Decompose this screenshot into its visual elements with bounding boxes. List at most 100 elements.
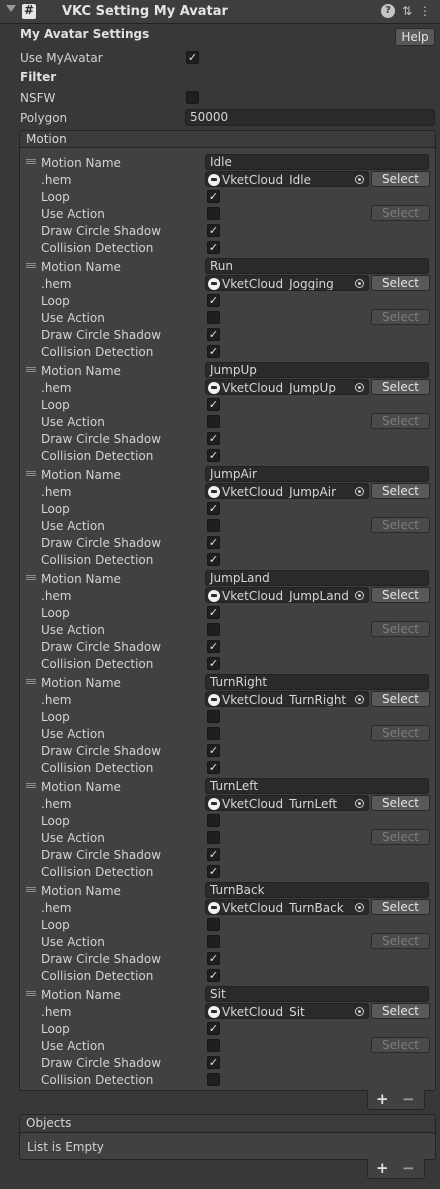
loop-checkbox[interactable]: ✓ xyxy=(207,606,220,619)
hem-object-field[interactable]: VketCloud_Jogging xyxy=(205,275,369,291)
drag-handle-icon[interactable] xyxy=(26,263,36,268)
use-action-checkbox[interactable] xyxy=(207,935,220,948)
preset-icon[interactable]: ⇅ xyxy=(400,4,414,18)
hem-select-button[interactable]: Select xyxy=(371,379,430,395)
motion-name-input[interactable]: TurnRight xyxy=(205,674,429,690)
more-icon[interactable]: ⋮ xyxy=(418,4,432,18)
hem-object-field[interactable]: VketCloud_TurnLeft xyxy=(205,795,369,811)
use-action-checkbox[interactable] xyxy=(207,1039,220,1052)
collision-detection-checkbox[interactable]: ✓ xyxy=(207,969,220,982)
objects-add-button[interactable]: + xyxy=(376,1159,389,1177)
use-action-checkbox[interactable] xyxy=(207,831,220,844)
object-picker-icon[interactable] xyxy=(355,695,364,704)
object-picker-icon[interactable] xyxy=(355,1007,364,1016)
use-action-checkbox[interactable] xyxy=(207,519,220,532)
object-picker-icon[interactable] xyxy=(355,175,364,184)
motion-add-button[interactable]: + xyxy=(376,1090,389,1108)
drag-handle-icon[interactable] xyxy=(26,887,36,892)
hem-select-button[interactable]: Select xyxy=(371,171,430,187)
objects-remove-button[interactable]: − xyxy=(402,1159,415,1177)
motion-name-input[interactable]: Run xyxy=(205,258,429,274)
draw-circle-shadow-checkbox[interactable]: ✓ xyxy=(207,1056,220,1069)
collision-detection-checkbox[interactable] xyxy=(207,1073,220,1086)
drag-handle-icon[interactable] xyxy=(26,991,36,996)
loop-checkbox[interactable]: ✓ xyxy=(207,502,220,515)
motion-name-input[interactable]: TurnBack xyxy=(205,882,429,898)
drag-handle-icon[interactable] xyxy=(26,783,36,788)
hem-object-field[interactable]: VketCloud_Idle xyxy=(205,171,369,187)
help-icon[interactable]: ? xyxy=(381,4,395,18)
collision-detection-checkbox[interactable]: ✓ xyxy=(207,449,220,462)
hem-select-button[interactable]: Select xyxy=(371,795,430,811)
object-picker-icon[interactable] xyxy=(355,279,364,288)
collision-detection-checkbox[interactable]: ✓ xyxy=(207,345,220,358)
draw-circle-shadow-label: Draw Circle Shadow xyxy=(41,848,162,862)
motion-remove-button[interactable]: − xyxy=(402,1090,415,1108)
nsfw-checkbox[interactable] xyxy=(186,91,199,104)
draw-circle-shadow-checkbox[interactable]: ✓ xyxy=(207,432,220,445)
object-picker-icon[interactable] xyxy=(355,799,364,808)
hem-object-field[interactable]: VketCloud_JumpAir xyxy=(205,483,369,499)
draw-circle-shadow-checkbox[interactable]: ✓ xyxy=(207,536,220,549)
collision-detection-checkbox[interactable]: ✓ xyxy=(207,553,220,566)
drag-handle-icon[interactable] xyxy=(26,159,36,164)
loop-checkbox[interactable]: ✓ xyxy=(207,398,220,411)
hem-select-button[interactable]: Select xyxy=(371,1003,430,1019)
objects-list-footer: + − xyxy=(367,1159,425,1179)
collision-detection-checkbox[interactable]: ✓ xyxy=(207,761,220,774)
motion-name-input[interactable]: Sit xyxy=(205,986,429,1002)
loop-checkbox[interactable]: ✓ xyxy=(207,1022,220,1035)
draw-circle-shadow-checkbox[interactable]: ✓ xyxy=(207,744,220,757)
hem-select-button[interactable]: Select xyxy=(371,691,430,707)
draw-circle-shadow-checkbox[interactable]: ✓ xyxy=(207,640,220,653)
draw-circle-shadow-checkbox[interactable]: ✓ xyxy=(207,848,220,861)
collision-detection-checkbox[interactable]: ✓ xyxy=(207,657,220,670)
use-myavatar-checkbox[interactable]: ✓ xyxy=(186,51,199,64)
object-picker-icon[interactable] xyxy=(355,487,364,496)
hem-select-button[interactable]: Select xyxy=(371,275,430,291)
loop-checkbox[interactable]: ✓ xyxy=(207,294,220,307)
draw-circle-shadow-checkbox[interactable]: ✓ xyxy=(207,952,220,965)
motion-name-input[interactable]: JumpUp xyxy=(205,362,429,378)
use-action-checkbox[interactable] xyxy=(207,311,220,324)
loop-checkbox[interactable]: ✓ xyxy=(207,190,220,203)
polygon-input[interactable]: 50000 xyxy=(185,109,435,126)
loop-checkbox[interactable] xyxy=(207,710,220,723)
use-action-checkbox[interactable] xyxy=(207,415,220,428)
objects-list-header[interactable]: Objects xyxy=(19,1114,436,1133)
draw-circle-shadow-checkbox[interactable]: ✓ xyxy=(207,224,220,237)
foldout-arrow-icon[interactable] xyxy=(6,5,16,12)
use-action-label: Use Action xyxy=(41,935,105,949)
hem-object-field[interactable]: VketCloud_JumpLand xyxy=(205,587,369,603)
objects-label: Objects xyxy=(26,1116,72,1130)
hem-object-field[interactable]: VketCloud_JumpUp xyxy=(205,379,369,395)
motion-name-input[interactable]: JumpAir xyxy=(205,466,429,482)
collision-detection-checkbox[interactable]: ✓ xyxy=(207,241,220,254)
use-action-checkbox[interactable] xyxy=(207,207,220,220)
object-picker-icon[interactable] xyxy=(355,591,364,600)
drag-handle-icon[interactable] xyxy=(26,471,36,476)
object-picker-icon[interactable] xyxy=(355,383,364,392)
hem-object-field[interactable]: VketCloud_TurnRight xyxy=(205,691,369,707)
drag-handle-icon[interactable] xyxy=(26,679,36,684)
loop-label: Loop xyxy=(41,294,70,308)
draw-circle-shadow-checkbox[interactable]: ✓ xyxy=(207,328,220,341)
use-action-checkbox[interactable] xyxy=(207,727,220,740)
hem-object-field[interactable]: VketCloud_Sit xyxy=(205,1003,369,1019)
loop-checkbox[interactable] xyxy=(207,814,220,827)
motion-list-header[interactable]: Motion xyxy=(19,130,436,148)
hem-select-button[interactable]: Select xyxy=(371,587,430,603)
use-action-checkbox[interactable] xyxy=(207,623,220,636)
hem-select-button[interactable]: Select xyxy=(371,483,430,499)
motion-name-input[interactable]: TurnLeft xyxy=(205,778,429,794)
drag-handle-icon[interactable] xyxy=(26,367,36,372)
motion-name-input[interactable]: JumpLand xyxy=(205,570,429,586)
collision-detection-checkbox[interactable]: ✓ xyxy=(207,865,220,878)
drag-handle-icon[interactable] xyxy=(26,575,36,580)
hem-object-field[interactable]: VketCloud_TurnBack xyxy=(205,899,369,915)
motion-name-input[interactable]: Idle xyxy=(205,154,429,170)
help-button[interactable]: Help xyxy=(395,28,435,46)
object-picker-icon[interactable] xyxy=(355,903,364,912)
loop-checkbox[interactable] xyxy=(207,918,220,931)
hem-select-button[interactable]: Select xyxy=(371,899,430,915)
